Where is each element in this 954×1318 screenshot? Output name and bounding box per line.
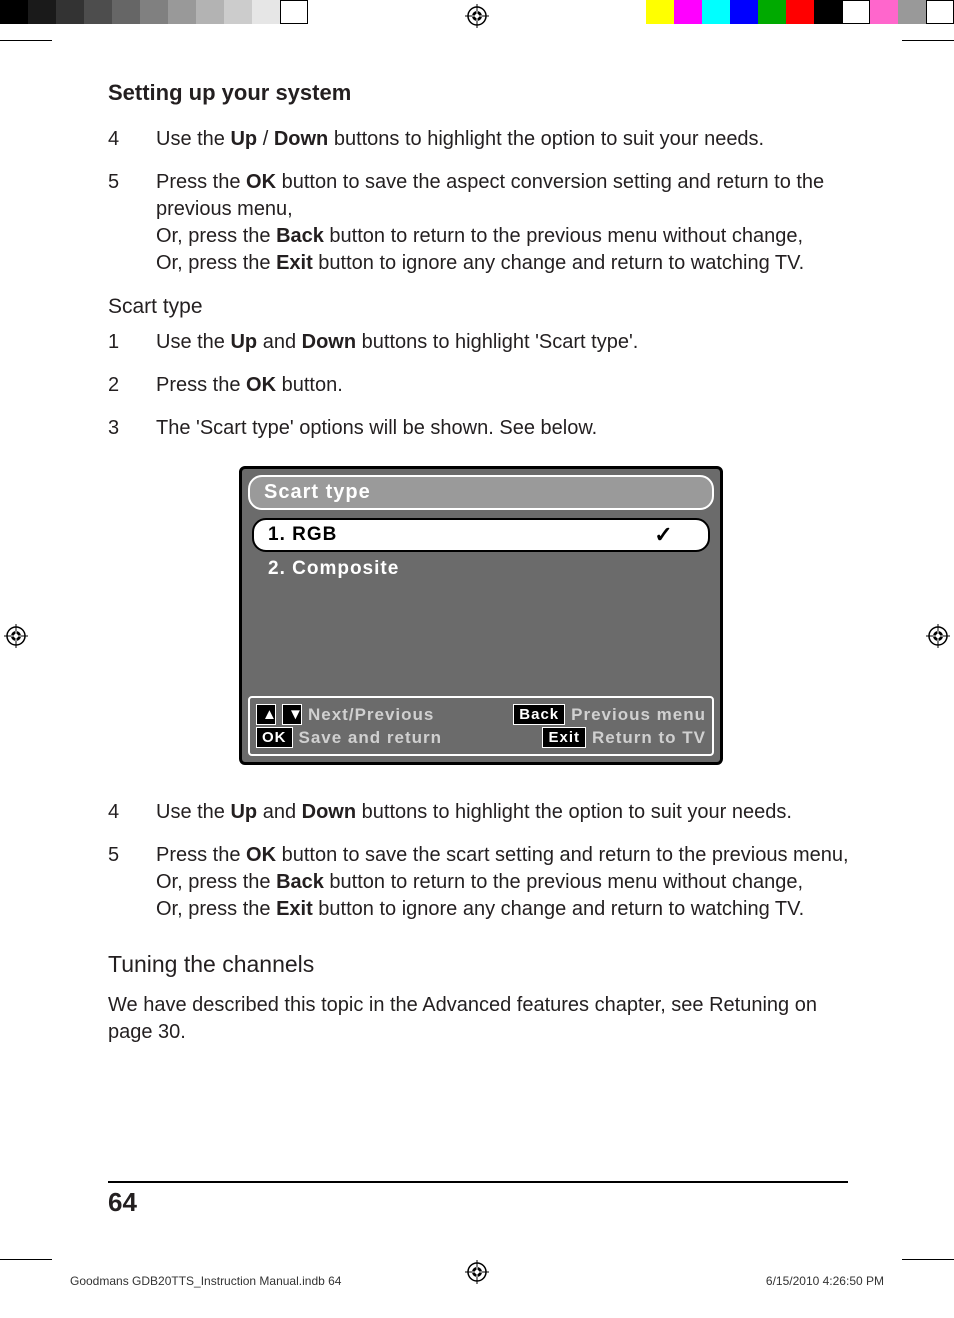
- step-number: 3: [108, 415, 156, 442]
- osd-option: 2. Composite: [252, 554, 710, 584]
- step-number: 4: [108, 126, 156, 153]
- osd-title: Scart type: [248, 475, 714, 510]
- tuning-heading: Tuning the channels: [108, 951, 854, 978]
- step-item: 4Use the Up / Down buttons to highlight …: [108, 126, 854, 153]
- registration-mark-icon: [465, 4, 489, 28]
- step-item: 1Use the Up and Down buttons to highligh…: [108, 329, 854, 356]
- step-item: 2Press the OK button.: [108, 372, 854, 399]
- updown-label: Next/Previous: [308, 705, 434, 725]
- step-item: 5Press the OK button to save the scart s…: [108, 842, 854, 923]
- bold-keyword: Back: [276, 225, 324, 247]
- osd-screenshot: Scart type 1. RGB✓ 2. Composite ▲ ▼ Next/…: [108, 466, 854, 765]
- footer-filename: Goodmans GDB20TTS_Instruction Manual.ind…: [70, 1274, 341, 1288]
- down-arrow-icon: ▼: [282, 704, 302, 725]
- osd-option: 1. RGB✓: [252, 518, 710, 552]
- bold-keyword: Down: [274, 128, 328, 150]
- registration-mark-icon: [926, 624, 950, 648]
- print-footer: Goodmans GDB20TTS_Instruction Manual.ind…: [70, 1274, 884, 1288]
- grayscale-bar: [0, 0, 308, 24]
- step-item: 3The 'Scart type' options will be shown.…: [108, 415, 854, 442]
- up-arrow-icon: ▲: [256, 704, 276, 725]
- bold-keyword: Exit: [276, 898, 313, 920]
- crop-mark: [0, 34, 60, 94]
- bold-keyword: OK: [246, 844, 276, 866]
- bold-keyword: OK: [246, 374, 276, 396]
- color-bar: [646, 0, 954, 24]
- scart-type-heading: Scart type: [108, 295, 854, 319]
- step-body: Use the Up and Down buttons to highlight…: [156, 329, 854, 356]
- osd-footer: ▲ ▼ Next/Previous Back Previous menu OK …: [248, 696, 714, 756]
- bold-keyword: Down: [302, 801, 356, 823]
- step-number: 1: [108, 329, 156, 356]
- bold-keyword: Up: [230, 128, 257, 150]
- exit-label: Return to TV: [592, 728, 706, 748]
- footer-timestamp: 6/15/2010 4:26:50 PM: [766, 1274, 884, 1288]
- back-key: Back: [513, 704, 565, 725]
- section-heading: Setting up your system: [108, 80, 854, 106]
- bold-keyword: Down: [302, 331, 356, 353]
- ok-label: Save and return: [299, 728, 443, 748]
- step-item: 5Press the OK button to save the aspect …: [108, 169, 854, 277]
- step-body: Press the OK button to save the scart se…: [156, 842, 854, 923]
- step-body: Press the OK button to save the aspect c…: [156, 169, 854, 277]
- bold-keyword: Exit: [276, 252, 313, 274]
- step-list: 4Use the Up and Down buttons to highligh…: [108, 799, 854, 923]
- step-list: 4Use the Up / Down buttons to highlight …: [108, 126, 854, 277]
- crop-mark: [0, 1200, 60, 1260]
- step-body: The 'Scart type' options will be shown. …: [156, 415, 854, 442]
- crop-mark: [894, 34, 954, 94]
- check-icon: ✓: [634, 522, 694, 548]
- step-body: Press the OK button.: [156, 372, 854, 399]
- step-body: Use the Up / Down buttons to highlight t…: [156, 126, 854, 153]
- back-label: Previous menu: [571, 705, 706, 725]
- bold-keyword: Up: [230, 801, 257, 823]
- exit-key: Exit: [542, 727, 586, 748]
- page-number: 64: [108, 1181, 848, 1218]
- crop-mark: [894, 1200, 954, 1260]
- step-number: 2: [108, 372, 156, 399]
- bold-keyword: OK: [246, 171, 276, 193]
- bold-keyword: Up: [230, 331, 257, 353]
- step-body: Use the Up and Down buttons to highlight…: [156, 799, 854, 826]
- registration-mark-icon: [4, 624, 28, 648]
- osd-option-label: 2. Composite: [268, 558, 694, 580]
- page-content: Setting up your system 4Use the Up / Dow…: [108, 80, 854, 1198]
- ok-key: OK: [256, 727, 293, 748]
- step-item: 4Use the Up and Down buttons to highligh…: [108, 799, 854, 826]
- bold-keyword: Back: [276, 871, 324, 893]
- step-number: 5: [108, 842, 156, 923]
- osd-option-label: 1. RGB: [268, 524, 634, 546]
- step-number: 4: [108, 799, 156, 826]
- step-number: 5: [108, 169, 156, 277]
- tuning-paragraph: We have described this topic in the Adva…: [108, 992, 854, 1046]
- step-list: 1Use the Up and Down buttons to highligh…: [108, 329, 854, 442]
- osd-panel: Scart type 1. RGB✓ 2. Composite ▲ ▼ Next/…: [239, 466, 723, 765]
